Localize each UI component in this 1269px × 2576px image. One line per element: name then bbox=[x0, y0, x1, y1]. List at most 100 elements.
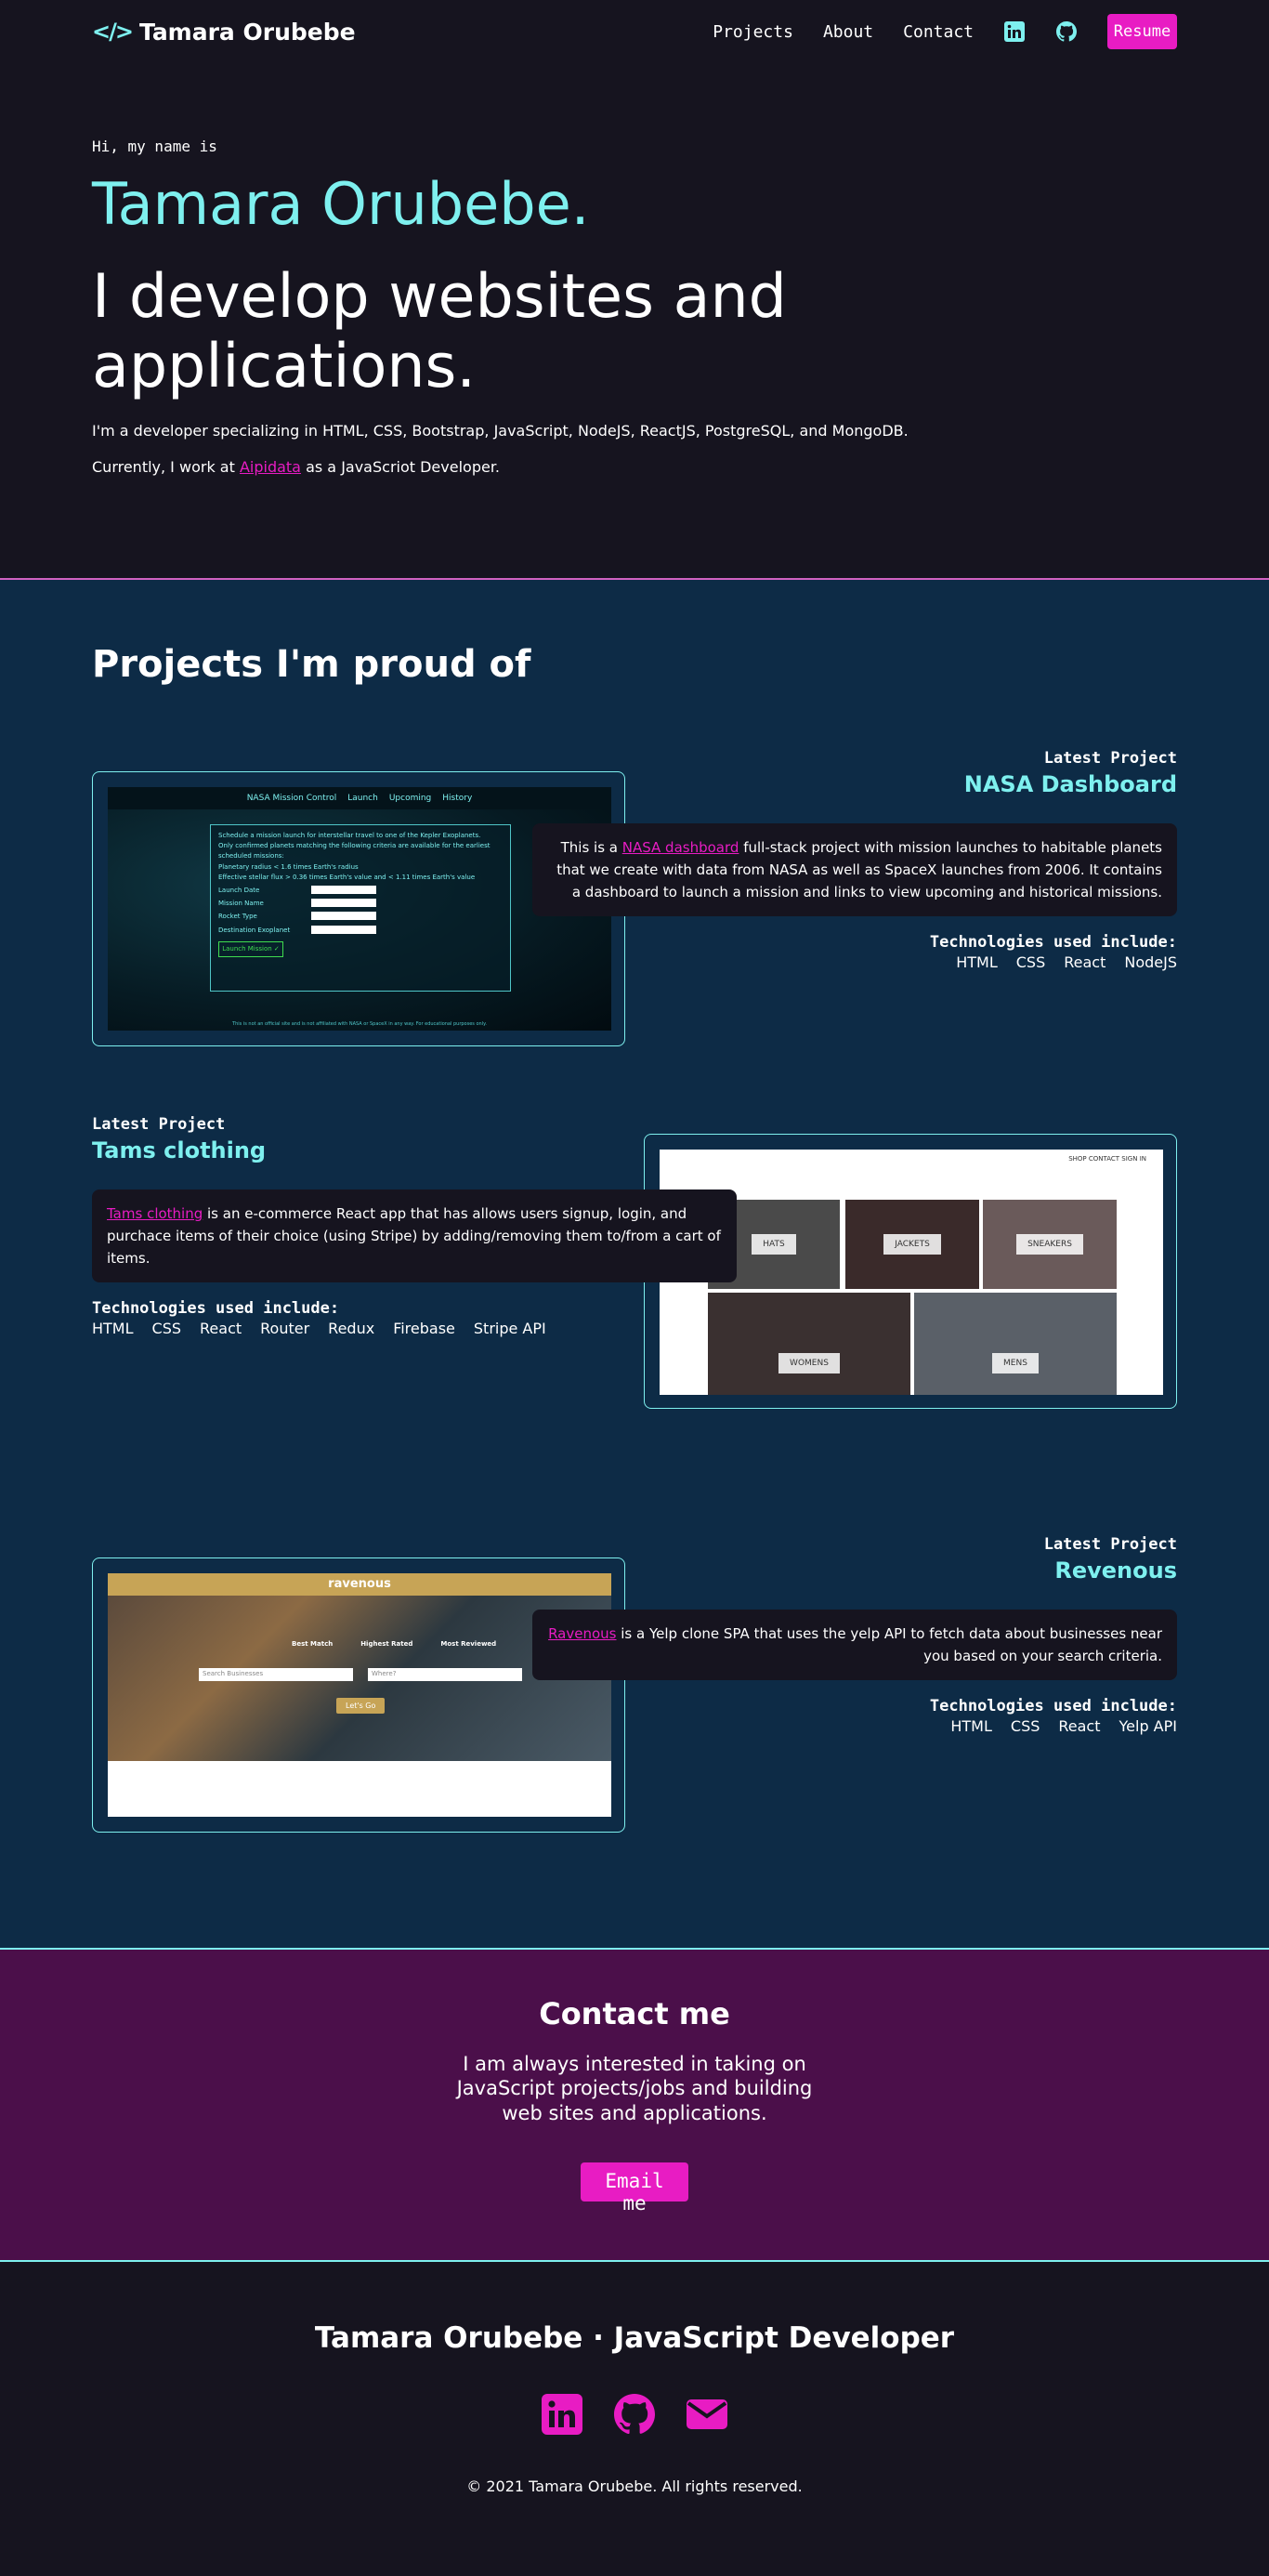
tech-item: Firebase bbox=[393, 1320, 455, 1337]
footer-icons bbox=[0, 2392, 1269, 2440]
tech-label: Technologies used include: bbox=[929, 933, 1177, 952]
projects-section: Projects I'm proud of NASA Mission Contr… bbox=[0, 578, 1269, 1950]
nasa-shot-field: Destination Exoplanet bbox=[218, 925, 376, 936]
nasa-shot-note: Only confirmed planets matching the foll… bbox=[218, 842, 491, 861]
nasa-shot-field-input bbox=[311, 899, 376, 908]
project-title: Revenous bbox=[1054, 1557, 1177, 1584]
hero-tagline: I develop websites and applications. bbox=[92, 262, 787, 401]
ravenous-shot-where: Where? bbox=[368, 1668, 522, 1681]
brand[interactable]: </> Tamara Orubebe bbox=[92, 19, 356, 46]
ravenous-shot-sort: Best Match Highest Rated Most Reviewed bbox=[292, 1640, 496, 1648]
nav-link-projects[interactable]: Projects bbox=[713, 22, 793, 42]
hero-section: Hi, my name is Tamara Orubebe. I develop… bbox=[0, 63, 1269, 578]
tech-item: HTML bbox=[950, 1717, 992, 1735]
tams-shot-tile-label: MENS bbox=[992, 1353, 1039, 1373]
nasa-shot-field-input bbox=[311, 925, 376, 934]
nasa-shot-field: Launch Date bbox=[218, 885, 376, 896]
tech-item: CSS bbox=[1010, 1717, 1040, 1735]
contact-section: Contact me I am always interested in tak… bbox=[0, 1950, 1269, 2262]
nasa-shot-criteria-1: Planetary radius < 1.6 times Earth's rad… bbox=[218, 862, 359, 871]
project-title: NASA Dashboard bbox=[963, 771, 1177, 797]
envelope-icon[interactable] bbox=[685, 2392, 729, 2440]
tams-shot-tile-label: HATS bbox=[752, 1234, 796, 1255]
nasa-shot-field-label: Mission Name bbox=[218, 900, 264, 908]
project-description: Ravenous is a Yelp clone SPA that uses t… bbox=[532, 1610, 1177, 1680]
tech-item: React bbox=[1058, 1717, 1101, 1735]
ravenous-shot-sort-item: Most Reviewed bbox=[440, 1640, 497, 1648]
tech-label: Technologies used include: bbox=[92, 1299, 340, 1318]
project-text: Latest Project Revenous Ravenous is a Ye… bbox=[527, 1535, 1177, 1735]
tams-shot-tile-label: SNEAKERS bbox=[1016, 1234, 1083, 1255]
contact-text: I am always interested in taking on Java… bbox=[456, 2053, 813, 2124]
nasa-shot-nav-launch: Launch bbox=[347, 794, 378, 803]
nasa-shot-field-label: Rocket Type bbox=[218, 913, 257, 921]
ravenous-shot-inputs: Search Businesses Where? bbox=[199, 1668, 522, 1681]
ravenous-shot-go-button: Let's Go bbox=[336, 1698, 386, 1714]
projects-title: Projects I'm proud of bbox=[92, 643, 531, 686]
hero-current-suffix: as a JavaScriot Developer. bbox=[300, 458, 501, 476]
nasa-shot-field: Rocket Type bbox=[218, 912, 376, 922]
nasa-shot-nav-upcoming: Upcoming bbox=[388, 794, 432, 803]
hero-name: Tamara Orubebe. bbox=[92, 170, 590, 238]
nav-link-contact[interactable]: Contact bbox=[903, 22, 974, 42]
hero-current: Currently, I work at Aipidata as a JavaS… bbox=[92, 458, 1177, 476]
linkedin-icon[interactable] bbox=[540, 2392, 584, 2440]
tech-item: React bbox=[1064, 953, 1106, 971]
linkedin-icon[interactable] bbox=[1003, 20, 1026, 43]
github-icon[interactable] bbox=[1055, 20, 1078, 43]
footer-title: Tamara Orubebe · JavaScript Developer bbox=[314, 2321, 955, 2355]
project-label: Latest Project bbox=[1043, 749, 1177, 768]
nasa-shot-footer: This is not an official site and is not … bbox=[232, 1021, 487, 1027]
brand-name: Tamara Orubebe bbox=[138, 18, 356, 46]
project-link[interactable]: Ravenous bbox=[548, 1625, 616, 1642]
nasa-shot-field-input bbox=[311, 912, 376, 921]
github-icon[interactable] bbox=[612, 2392, 657, 2440]
tech-item: Stripe API bbox=[473, 1320, 546, 1337]
project-text: Latest Project Tams clothing Tams clothi… bbox=[92, 1115, 742, 1337]
tech-item: HTML bbox=[956, 953, 998, 971]
tams-shot-tile-label: WOMENS bbox=[778, 1353, 840, 1373]
ravenous-shot-search: Search Businesses bbox=[199, 1668, 353, 1681]
project-description: Tams clothing is an e-commerce React app… bbox=[92, 1189, 737, 1282]
tech-item: Yelp API bbox=[1119, 1717, 1178, 1735]
tams-shot-tile: SNEAKERS bbox=[983, 1200, 1117, 1289]
tech-item: Redux bbox=[328, 1320, 375, 1337]
contact-title: Contact me bbox=[539, 1996, 730, 2031]
project-link[interactable]: NASA dashboard bbox=[622, 839, 739, 856]
nasa-shot-criteria-2: Effective stellar flux > 0.36 times Eart… bbox=[218, 873, 476, 881]
tech-list: HTML CSS React NodeJS bbox=[527, 953, 1177, 971]
nasa-shot-title: NASA Mission Control bbox=[246, 794, 337, 803]
tams-shot-tile-label: JACKETS bbox=[883, 1234, 941, 1255]
project-link[interactable]: Tams clothing bbox=[107, 1205, 203, 1222]
resume-button[interactable]: Resume bbox=[1107, 14, 1177, 49]
tech-item: CSS bbox=[151, 1320, 182, 1337]
copyright: © 2021 Tamara Orubebe. All rights reserv… bbox=[466, 2477, 803, 2495]
project-text: Latest Project NASA Dashboard This is a … bbox=[527, 749, 1177, 971]
nav-links: Projects About Contact Resume bbox=[713, 14, 1177, 49]
project-desc-prefix: This is a bbox=[560, 839, 622, 856]
project-label: Latest Project bbox=[1043, 1535, 1177, 1554]
company-link[interactable]: Aipidata bbox=[240, 458, 301, 476]
hero-greeting: Hi, my name is bbox=[92, 138, 217, 155]
tech-list: HTML CSS React Router Redux Firebase Str… bbox=[92, 1320, 742, 1337]
email-button[interactable]: Email me bbox=[581, 2162, 688, 2215]
tech-item: CSS bbox=[1015, 953, 1046, 971]
nasa-shot-intro: Schedule a mission launch for interstell… bbox=[218, 832, 481, 839]
nasa-shot-field-input bbox=[311, 885, 376, 894]
tech-item: Router bbox=[260, 1320, 310, 1337]
nasa-shot-panel: Schedule a mission launch for interstell… bbox=[210, 824, 511, 992]
project-label: Latest Project bbox=[92, 1115, 226, 1134]
code-icon: </> bbox=[92, 19, 134, 45]
nasa-shot-field-label: Launch Date bbox=[218, 886, 260, 894]
tams-shot-tile: JACKETS bbox=[845, 1200, 979, 1289]
tech-item: HTML bbox=[92, 1320, 134, 1337]
project-title: Tams clothing bbox=[92, 1137, 267, 1163]
tams-shot-tile: MENS bbox=[914, 1293, 1117, 1395]
tech-item: NodeJS bbox=[1124, 953, 1177, 971]
nav-link-about[interactable]: About bbox=[823, 22, 873, 42]
tech-list: HTML CSS React Yelp API bbox=[527, 1717, 1177, 1735]
hero-skills: I'm a developer specializing in HTML, CS… bbox=[92, 422, 909, 440]
top-nav: </> Tamara Orubebe Projects About Contac… bbox=[0, 0, 1269, 63]
tech-item: React bbox=[200, 1320, 242, 1337]
ravenous-shot-sort-item: Best Match bbox=[292, 1640, 334, 1648]
